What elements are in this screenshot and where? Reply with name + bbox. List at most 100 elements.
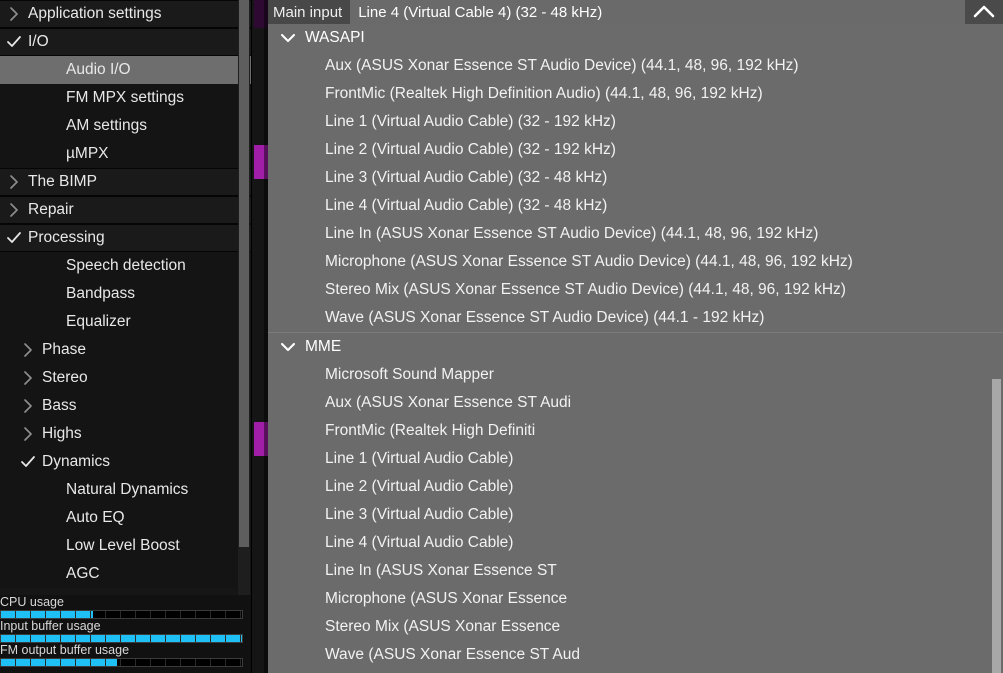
sidebar-item-label: Equalizer [66,313,131,331]
dropdown-option[interactable]: Stereo Mix (ASUS Xonar Essence ST Audio … [268,276,1003,304]
dropdown-group-mme[interactable]: MME [268,333,1003,361]
meter-ticks [1,659,242,666]
meter-input-buffer-usage: Input buffer usage [0,619,251,643]
sidebar-item-natural-dynamics[interactable]: Natural Dynamics [0,476,251,504]
dropdown-option[interactable]: Stereo Mix (ASUS Xonar Essence [268,613,1003,641]
dropdown-group-label: MME [305,338,342,355]
chevron-up-icon[interactable] [965,0,1003,24]
dropdown-option[interactable]: Line 2 (Virtual Audio Cable) (32 - 192 k… [268,136,1003,164]
meter-cpu-usage: CPU usage [0,595,251,619]
dropdown-option[interactable]: Line 3 (Virtual Audio Cable) [268,501,1003,529]
dropdown-option[interactable]: Aux (ASUS Xonar Essence ST Audi [268,389,1003,417]
sidebar-item-dynamics[interactable]: Dynamics [0,448,251,476]
sidebar-item-label: Processing [28,229,105,247]
sidebar-item-label: Natural Dynamics [66,481,189,499]
main-input-dropdown[interactable]: Main input Line 4 (Virtual Cable 4) (32 … [264,0,1003,673]
sidebar-item-processing[interactable]: Processing [0,224,251,252]
sidebar-item-label: FM MPX settings [66,89,184,107]
sidebar[interactable]: Application settings I/O Audio I/O FM MPX s… [0,0,252,595]
sidebar-item-fm-mpx-settings[interactable]: FM MPX settings [0,84,251,112]
dropdown-option[interactable]: Line 1 (Virtual Audio Cable) [268,445,1003,473]
dropdown-option[interactable]: FrontMic (Realtek High Definiti [268,417,1003,445]
dropdown-option[interactable]: Aux (ASUS Xonar Essence ST Audio Device)… [268,52,1003,80]
chevron-right-icon[interactable] [14,342,42,358]
dropdown-option[interactable]: Wave (ASUS Xonar Essence ST Aud [268,641,1003,669]
sidebar-item-label: I/O [28,33,49,51]
sidebar-item-label: Low Level Boost [66,537,180,555]
sidebar-item-low-level-boost[interactable]: Low Level Boost [0,532,251,560]
dropdown-option[interactable]: Line 4 (Virtual Audio Cable) (32 - 48 kH… [268,192,1003,220]
check-expanded-icon[interactable] [14,455,42,469]
dropdown-option[interactable]: Line 1 (Virtual Audio Cable) (32 - 192 k… [268,108,1003,136]
dropdown-option[interactable]: Wave (ASUS Xonar Essence ST Audio Device… [268,304,1003,332]
dropdown-option[interactable]: Microphone (ASUS Xonar Essence ST Audio … [268,248,1003,276]
sidebar-item-agc[interactable]: AGC [0,560,251,588]
sidebar-item-label: Audio I/O [66,61,131,79]
chevron-right-icon[interactable] [14,398,42,414]
main-input-selected-value[interactable]: Line 4 (Virtual Cable 4) (32 - 48 kHz) [350,0,965,24]
meter-label: CPU usage [0,595,64,609]
sidebar-item-audio-i-o[interactable]: Audio I/O [0,56,251,84]
sidebar-item-label: AGC [66,565,100,583]
sidebar-item-label: Stereo [42,369,88,387]
sidebar-item-am-settings[interactable]: AM settings [0,112,251,140]
dropdown-option[interactable]: Microsoft Sound Mapper [268,361,1003,389]
dropdown-option-list[interactable]: WASAPI Aux (ASUS Xonar Essence ST Audio D… [268,24,1003,673]
sidebar-item-stereo[interactable]: Stereo [0,364,251,392]
meter-bar [0,610,243,619]
sidebar-item-label: Bass [42,397,77,415]
check-expanded-icon[interactable] [0,35,28,49]
sidebar-item-label: Dynamics [42,453,111,471]
dropdown-header: Main input Line 4 (Virtual Cable 4) (32 … [268,0,1003,24]
sidebar-item-label: Repair [28,201,74,219]
sidebar-item-label: Highs [42,425,82,443]
meter-ticks [1,611,242,618]
dropdown-scrollbar-thumb[interactable] [992,379,1001,673]
dropdown-option[interactable]: Line In (ASUS Xonar Essence ST Audio Dev… [268,220,1003,248]
sidebar-item-bandpass[interactable]: Bandpass [0,280,251,308]
meter-label: FM output buffer usage [0,643,130,657]
dropdown-group-label: WASAPI [305,29,365,46]
meter-bar [0,634,243,643]
sidebar-scrollbar-thumb[interactable] [239,0,249,547]
sidebar-item-bass[interactable]: Bass [0,392,251,420]
sidebar-item-repair[interactable]: Repair [0,196,251,224]
sidebar-nav-list: Application settings I/O Audio I/O FM MPX s… [0,0,251,588]
dropdown-option[interactable]: Line 4 (Virtual Audio Cable) [268,529,1003,557]
meter-label: Input buffer usage [0,619,101,633]
check-expanded-icon[interactable] [0,231,28,245]
sidebar-item-highs[interactable]: Highs [0,420,251,448]
sidebar-item-the-bimp[interactable]: The BIMP [0,168,251,196]
sidebar-item-auto-eq[interactable]: Auto EQ [0,504,251,532]
dropdown-option[interactable]: Microphone (ASUS Xonar Essence [268,585,1003,613]
chevron-right-icon[interactable] [0,174,28,190]
meter-bar [0,658,243,667]
sidebar-item-phase[interactable]: Phase [0,336,251,364]
sidebar-item-label: µMPX [66,145,109,163]
sidebar-item-label: The BIMP [28,173,97,191]
sidebar-item-label: Application settings [28,5,162,23]
sidebar-item-i-o[interactable]: I/O [0,28,251,56]
sidebar-item-equalizer[interactable]: Equalizer [0,308,251,336]
chevron-down-icon[interactable] [280,341,296,353]
sidebar-item-label: Phase [42,341,86,359]
sidebar-item-label: Auto EQ [66,509,125,527]
meter-fm-output-buffer-usage: FM output buffer usage [0,643,251,667]
dropdown-option[interactable]: Line 2 (Virtual Audio Cable) [268,473,1003,501]
sidebar-item-mpx[interactable]: µMPX [0,140,251,168]
status-meters-panel: CPU usage Input buffer usage FM output buf… [0,595,252,673]
sidebar-item-speech-detection[interactable]: Speech detection [0,252,251,280]
dropdown-option[interactable]: Line In (ASUS Xonar Essence ST [268,557,1003,585]
chevron-right-icon[interactable] [0,202,28,218]
chevron-right-icon[interactable] [14,426,42,442]
dropdown-option[interactable]: FrontMic (Realtek High Definition Audio)… [268,80,1003,108]
dropdown-option[interactable]: Line 3 (Virtual Audio Cable) (32 - 48 kH… [268,164,1003,192]
sidebar-item-application-settings[interactable]: Application settings [0,0,251,28]
chevron-down-icon[interactable] [280,32,296,44]
sidebar-item-label: Speech detection [66,257,186,275]
dropdown-group-wasapi[interactable]: WASAPI [268,24,1003,52]
chevron-right-icon[interactable] [14,370,42,386]
chevron-right-icon[interactable] [0,6,28,22]
main-input-label: Main input [268,0,351,24]
dropdown-option-list-inner: WASAPI Aux (ASUS Xonar Essence ST Audio D… [268,24,1003,669]
